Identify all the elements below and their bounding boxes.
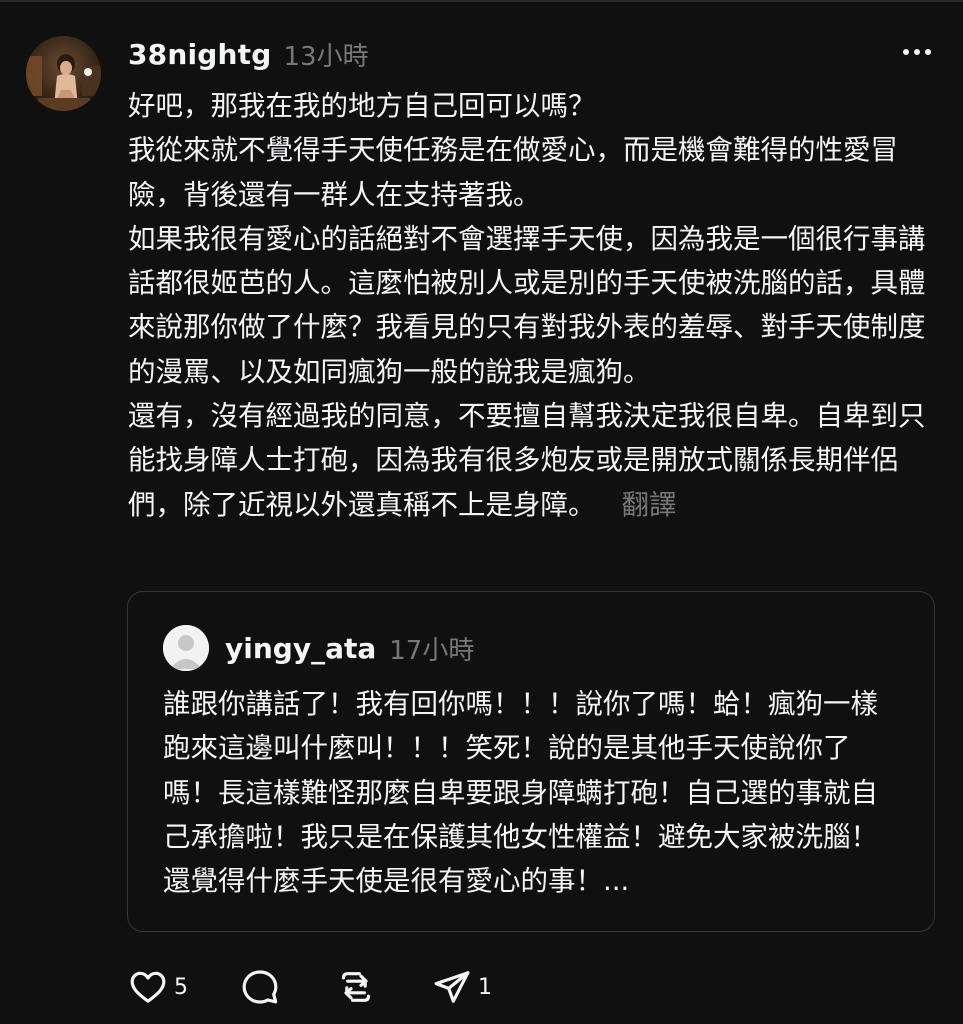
post-paragraph-text: 還有，沒有經過我的同意，不要擅自幫我決定我很自卑。自卑到只能找身障人士打砲，因為… [128,400,926,521]
avatar-photo [26,36,101,111]
post-paragraph: 我從來就不覺得手天使任務是在做愛心，而是機會難得的性愛冒險，背後還有一群人在支持… [128,134,898,211]
more-options-button[interactable] [897,38,937,66]
post-timestamp: 13小時 [283,41,369,72]
quoted-post-text: 誰跟你講話了！我有回你嗎！！！說你了嗎！蛤！瘋狗一樣跑來這邊叫什麼叫！！！笑死！… [163,688,878,898]
post-paragraph: 如果我很有愛心的話絕對不會選擇手天使，因為我是一個很行事講話都很姬芭的人。這麼怕… [128,222,926,388]
more-horizontal-icon [903,49,931,55]
quoted-timestamp: 17小時 [389,635,475,666]
post-body: 好吧，那我在我的地方自己回可以嗎？ 我從來就不覺得手天使任務是在做愛心，而是機會… [128,84,928,527]
like-button[interactable]: 5 [128,962,188,1012]
translate-link[interactable]: 翻譯 [622,489,677,521]
repost-count: 1 [478,974,492,1000]
share-button[interactable]: 1 [432,962,492,1012]
author-avatar[interactable] [26,36,101,111]
like-count: 5 [174,974,188,1000]
comment-icon [242,970,278,1004]
quoted-post-header: yingy_ata 17小時 [225,628,474,668]
post-header: 38nightg 13小時 [128,32,369,76]
comment-button[interactable] [240,962,280,1012]
default-avatar-icon [163,625,209,671]
quoted-post-card[interactable]: yingy_ata 17小時 誰跟你講話了！我有回你嗎！！！說你了嗎！蛤！瘋狗一… [127,591,935,932]
quoted-author-avatar[interactable] [163,625,209,671]
action-bar: 5 1 [128,962,492,1012]
post-username[interactable]: 38nightg [128,38,272,71]
repost-button[interactable] [336,962,376,1012]
repost-icon [341,972,371,1002]
post-paragraph-last: 還有，沒有經過我的同意，不要擅自幫我決定我很自卑。自卑到只能找身障人士打砲，因為… [128,394,928,527]
send-icon [434,971,470,1003]
quoted-username[interactable]: yingy_ata [225,632,376,665]
post-paragraph: 好吧，那我在我的地方自己回可以嗎？ [128,90,596,122]
top-divider [0,0,963,2]
heart-icon [130,971,166,1003]
